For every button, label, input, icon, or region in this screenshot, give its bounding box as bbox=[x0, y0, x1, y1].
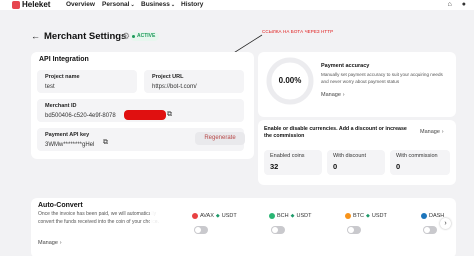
redaction-mark bbox=[124, 110, 166, 120]
toggle-dash[interactable] bbox=[423, 226, 437, 234]
stat-label: Enabled coins bbox=[270, 153, 305, 159]
convert-pair-btc: BTC ◆ USDT bbox=[345, 213, 387, 219]
auto-convert-card bbox=[31, 198, 456, 256]
arrow-right-icon: ◆ bbox=[290, 213, 295, 219]
chevron-right-icon: › bbox=[342, 92, 345, 98]
currencies-manage-link[interactable]: Manage › bbox=[420, 129, 444, 135]
field-value: https://bot-t.com/ bbox=[152, 84, 197, 90]
field-label: Merchant ID bbox=[45, 103, 77, 109]
stat-value: 32 bbox=[270, 162, 279, 171]
top-navigation: Heleket Overview Personal⌄ Business⌄ His… bbox=[0, 0, 474, 10]
api-integration-card: API Integration Project name test Projec… bbox=[31, 52, 254, 159]
arrow-right-icon: ◆ bbox=[366, 213, 370, 219]
chevron-right-icon: › bbox=[59, 240, 62, 246]
stat-value: 0 bbox=[333, 162, 338, 171]
gear-icon[interactable]: ⚙ bbox=[122, 31, 130, 42]
nav-overview[interactable]: Overview bbox=[66, 1, 95, 8]
field-value: bd500406-c520-4e9f-8078 bbox=[45, 113, 116, 119]
section-title: Auto-Convert bbox=[38, 202, 83, 209]
toggle-bch[interactable] bbox=[271, 226, 285, 234]
scroll-right-button[interactable]: › bbox=[440, 218, 451, 229]
dash-icon bbox=[421, 213, 427, 219]
chevron-down-icon: ⌄ bbox=[170, 2, 176, 8]
back-arrow-icon[interactable]: ← bbox=[31, 31, 40, 41]
stat-with-commission: With commission 0 bbox=[390, 150, 450, 175]
project-name-field[interactable]: Project name test bbox=[37, 70, 137, 93]
logo-text: Heleket bbox=[22, 0, 51, 9]
field-label: Project name bbox=[45, 74, 80, 80]
field-label: Project URL bbox=[152, 74, 184, 80]
logo-icon bbox=[12, 0, 20, 9]
stat-label: With discount bbox=[333, 153, 367, 159]
bch-icon bbox=[269, 213, 275, 219]
convert-pair-dash: DASH bbox=[421, 213, 444, 219]
btc-icon bbox=[345, 213, 351, 219]
avax-icon bbox=[192, 213, 198, 219]
status-badge: ACTIVE bbox=[130, 32, 160, 41]
project-url-field[interactable]: Project URL https://bot-t.com/ bbox=[144, 70, 244, 93]
arrow-right-icon: ◆ bbox=[215, 213, 220, 219]
stat-label: With commission bbox=[396, 153, 438, 159]
field-label: Payment API key bbox=[45, 132, 90, 138]
section-title: API Integration bbox=[39, 56, 89, 63]
page-title: Merchant Settings bbox=[44, 31, 127, 42]
convert-pair-avax: AVAX ◆ USDT bbox=[192, 213, 237, 219]
accuracy-description: Manually set payment accuracy to suit yo… bbox=[321, 72, 443, 84]
chevron-down-icon: ⌄ bbox=[130, 2, 135, 8]
accuracy-manage-link[interactable]: Manage › bbox=[321, 92, 345, 98]
field-value: test bbox=[45, 84, 55, 90]
field-value: 3WMw********gHel bbox=[45, 142, 95, 148]
accuracy-title: Payment accuracy bbox=[321, 63, 370, 69]
regenerate-button[interactable]: Regenerate bbox=[195, 132, 245, 145]
profile-icon[interactable]: ● bbox=[462, 1, 466, 8]
auto-convert-manage-link[interactable]: Manage › bbox=[38, 240, 62, 246]
nav-history[interactable]: History bbox=[181, 1, 203, 8]
toggle-avax[interactable] bbox=[194, 226, 208, 234]
nav-right-icons: ⌂ ● bbox=[448, 0, 466, 9]
accuracy-value: 0.00% bbox=[278, 76, 302, 85]
stat-enabled-coins: Enabled coins 32 bbox=[264, 150, 322, 175]
notification-icon[interactable]: ⌂ bbox=[448, 1, 452, 8]
chevron-right-icon: › bbox=[441, 129, 444, 135]
stat-with-discount: With discount 0 bbox=[327, 150, 385, 175]
toggle-btc[interactable] bbox=[347, 226, 361, 234]
scroll-fade bbox=[150, 200, 190, 255]
nav-business[interactable]: Business⌄ bbox=[141, 1, 175, 8]
copy-icon[interactable]: ⧉ bbox=[103, 139, 108, 147]
copy-icon[interactable]: ⧉ bbox=[167, 111, 172, 119]
auto-convert-description: Once the invoice has been paid, we will … bbox=[38, 211, 159, 225]
nav-personal[interactable]: Personal⌄ bbox=[102, 1, 135, 8]
annotation-text: ССЫЛКА НА БОТА ЧЕРЕЗ НТТР bbox=[262, 29, 334, 34]
currencies-title: Enable or disable currencies. Add a disc… bbox=[264, 126, 407, 139]
stat-value: 0 bbox=[396, 162, 401, 171]
convert-pair-bch: BCH ◆ USDT bbox=[269, 213, 311, 219]
logo[interactable]: Heleket bbox=[12, 0, 50, 9]
